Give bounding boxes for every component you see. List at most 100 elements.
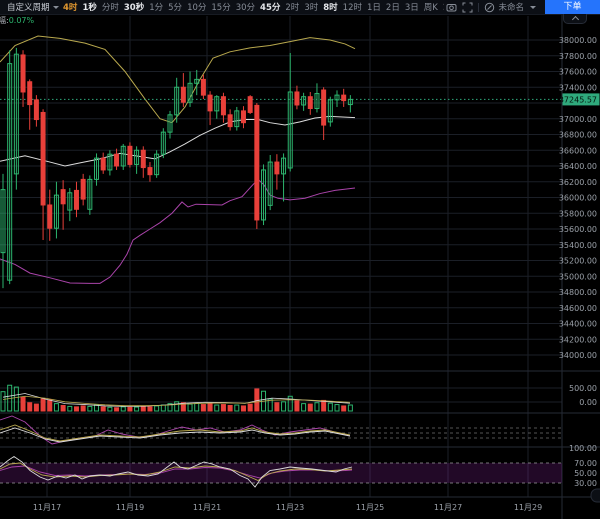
candle-body (61, 190, 65, 204)
oscillator-axis-label: 30.00 (574, 479, 597, 488)
interval-list: 4时1秒分时30秒1分5分10分15分30分45分2时3时8时12时1日2日3日… (61, 1, 444, 13)
custom-period-selector[interactable]: 自定义周期 (0, 1, 61, 13)
price-axis-label: 36200.00 (559, 178, 597, 187)
price-change-label: 幅:0.07% (0, 15, 34, 26)
camera-icon[interactable] (446, 2, 457, 13)
chart-toolbar: 自定义周期 4时1秒分时30秒1分5分10分15分30分45分2时3时8时12时… (0, 0, 600, 15)
interval-8时[interactable]: 8时 (321, 1, 340, 13)
fullscreen-icon[interactable] (462, 2, 473, 13)
price-axis-label: 34200.00 (559, 335, 597, 344)
oscillator-axis-label: 100.00 (569, 444, 597, 453)
time-axis-label: 11月21 (193, 503, 221, 512)
volume-bar (41, 399, 45, 411)
price-axis-label: 34400.00 (559, 320, 597, 329)
candle-body (322, 90, 326, 125)
volume-bar (88, 406, 92, 411)
interval-1秒[interactable]: 1秒 (80, 1, 99, 13)
volume-bar (308, 404, 312, 411)
volume-bar (208, 404, 212, 411)
candle-body (295, 92, 299, 105)
volume-bar (235, 405, 239, 411)
place-order-button[interactable]: 下单 (545, 0, 600, 14)
price-axis-label: 35600.00 (559, 225, 597, 234)
volume-bar (121, 407, 125, 411)
interval-5分[interactable]: 5分 (166, 1, 185, 13)
price-change-caption: 幅: (0, 16, 9, 25)
time-axis-label: 11月17 (33, 503, 61, 512)
time-axis-label: 11月29 (514, 503, 542, 512)
interval-15日[interactable]: 15日 (440, 1, 444, 13)
volume-bar (28, 403, 32, 411)
price-axis-label: 37000.00 (559, 115, 597, 124)
toolbar-collapse-tab[interactable] (563, 14, 587, 24)
volume-bar (141, 407, 145, 411)
price-axis-label: 34000.00 (559, 351, 597, 360)
price-axis-label: 37800.00 (559, 52, 597, 61)
interval-周K[interactable]: 周K (421, 1, 440, 13)
lower-band-line (0, 179, 355, 283)
candle-body (81, 179, 85, 199)
interval-45分[interactable]: 45分 (258, 1, 283, 13)
oscillator-axis-label: 70.00 (574, 459, 597, 468)
price-axis-label: 34800.00 (559, 288, 597, 297)
volume-bar (101, 407, 105, 411)
volume-bar (188, 404, 192, 411)
candle-body (34, 100, 38, 120)
candle-body (101, 158, 105, 170)
upper-band-line (0, 36, 355, 123)
interval-15分[interactable]: 15分 (209, 1, 233, 13)
candle-body (201, 79, 205, 95)
candle-body (342, 95, 346, 101)
volume-bar (315, 403, 319, 411)
interval-30分[interactable]: 30分 (233, 1, 257, 13)
candle-body (48, 205, 52, 228)
price-axis-label: 34600.00 (559, 304, 597, 313)
time-axis-label: 11月19 (116, 503, 144, 512)
interval-12时[interactable]: 12时 (340, 1, 364, 13)
candlestick-chart[interactable]: 38000.00 37800.00 37600.00 37400.00 37000.00… (0, 0, 600, 519)
price-axis-label: 37600.00 (559, 68, 597, 77)
volume-bar (135, 407, 139, 411)
candle-body (228, 115, 232, 127)
price-axis-label: 37400.00 (559, 83, 597, 92)
price-axis-label: 35800.00 (559, 209, 597, 218)
chevron-down-icon (53, 6, 59, 9)
volume-bar (348, 405, 352, 411)
price-axis-label: 36600.00 (559, 146, 597, 155)
volume-axis-label: 0.00 (579, 398, 597, 407)
candle-body (141, 150, 145, 167)
panel-collapse-handle[interactable] (591, 489, 600, 502)
interval-3时[interactable]: 3时 (302, 1, 321, 13)
interval-分时[interactable]: 分时 (99, 1, 121, 13)
interval-4时[interactable]: 4时 (61, 1, 80, 13)
candle-body (308, 97, 312, 109)
candle-body (241, 111, 245, 123)
volume-bar (61, 405, 65, 411)
volume-bar (14, 387, 18, 411)
volume-bar (74, 407, 78, 411)
interval-30秒[interactable]: 30秒 (121, 1, 146, 13)
volume-bar (335, 405, 339, 411)
interval-2时[interactable]: 2时 (283, 1, 302, 13)
interval-1日[interactable]: 1日 (364, 1, 383, 13)
volume-bar (275, 403, 279, 411)
volume-bar (295, 401, 299, 411)
interval-2日[interactable]: 2日 (383, 1, 402, 13)
candle-body (148, 168, 152, 175)
price-axis-label: 38000.00 (559, 36, 597, 45)
interval-3日[interactable]: 3日 (402, 1, 421, 13)
candle-body (74, 190, 78, 209)
volume-bar (228, 405, 232, 411)
annotation-tool[interactable]: 未命名 (484, 1, 536, 13)
volume-bar (155, 406, 159, 411)
candle-body (181, 87, 185, 102)
volume-bar (115, 408, 119, 411)
interval-10分[interactable]: 10分 (185, 1, 209, 13)
volume-bar (342, 406, 346, 411)
interval-1分[interactable]: 1分 (147, 1, 166, 13)
volume-bar (322, 400, 326, 411)
volume-bar (128, 407, 132, 411)
candle-body (21, 55, 25, 92)
volume-bar (175, 402, 179, 411)
time-axis-label: 11月27 (434, 503, 462, 512)
